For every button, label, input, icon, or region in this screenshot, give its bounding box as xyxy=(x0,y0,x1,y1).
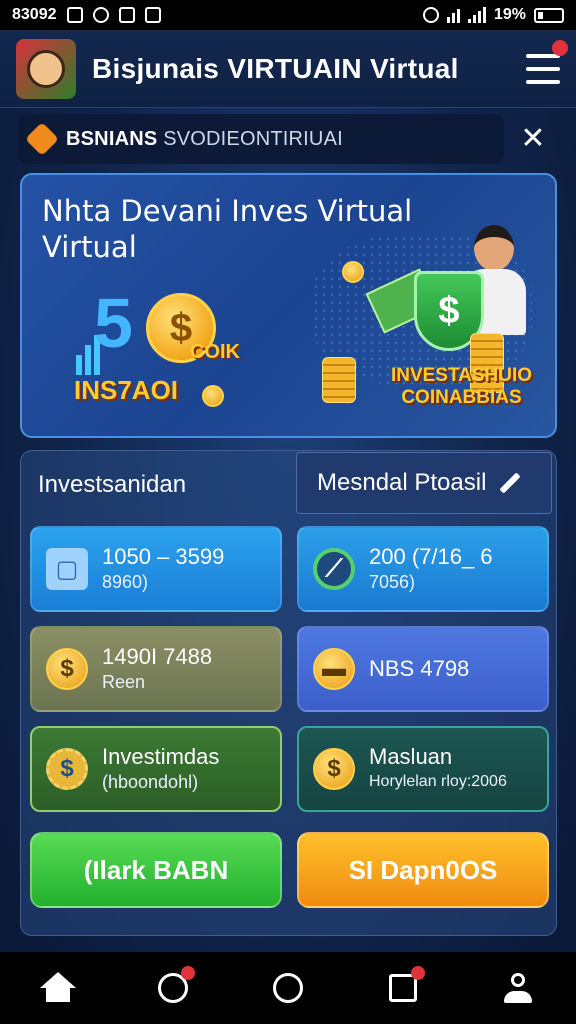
battery-icon xyxy=(534,7,564,23)
stat-card-sub: 8960) xyxy=(102,572,149,592)
banner-number: 5 xyxy=(94,284,133,362)
menu-badge xyxy=(552,39,568,56)
status-bar: 83092 19% xyxy=(0,0,576,30)
app-logo[interactable] xyxy=(16,38,76,99)
promo-right: INVESTASHUIO COINABBIAS xyxy=(390,365,533,408)
stat-card-value: NBS 4798 xyxy=(369,656,470,681)
notice-icon xyxy=(25,122,59,156)
avatar xyxy=(27,49,65,88)
notice-text-rest: SVODIEONTIRIUAI xyxy=(163,127,343,150)
stat-card-value: 200 (7/16_ 6 xyxy=(369,544,493,569)
gear-globe-icon: $ xyxy=(46,748,88,790)
stat-card-sub: Reen xyxy=(102,672,146,692)
notice-bar[interactable]: BSNIANS SVODIEONTIRIUAI xyxy=(18,114,504,164)
nav-messages[interactable] xyxy=(379,964,427,1012)
stat-card-value: 1490I 7488 xyxy=(102,644,213,669)
app-header: Bisjunais VIRTUAIN Virtual xyxy=(0,30,576,108)
promo-banner[interactable]: Nhta Devani Inves Virtual Virtual 5 $ CO… xyxy=(20,173,557,438)
status-time: 83092 xyxy=(12,6,57,23)
nav-badge xyxy=(180,966,195,980)
signal-icon xyxy=(467,7,486,23)
battery-percent: 19% xyxy=(493,6,526,23)
app-notification-icon xyxy=(92,7,109,23)
banner-title: Nhta Devani Inves Virtual Virtual xyxy=(42,194,413,264)
home-icon xyxy=(39,972,76,1002)
stat-card[interactable]: ▢ 1050 – 3599 8960) xyxy=(30,526,282,612)
wifi-icon xyxy=(446,7,460,23)
deposit-button[interactable]: SI Dapn0OS xyxy=(297,832,549,908)
dollar-badge-icon: $ xyxy=(313,748,355,790)
box-icon: ▢ xyxy=(46,548,88,590)
mark-button[interactable]: (Ilark BABN xyxy=(30,832,282,908)
coin-icon xyxy=(202,385,224,407)
promo-left-side: COIK xyxy=(190,341,240,363)
stat-card[interactable]: $ Masluan Horylelan rloy:2006 xyxy=(297,726,549,812)
stat-card-sub: (hboondohl) xyxy=(102,772,199,792)
user-icon xyxy=(504,973,533,1003)
stat-card[interactable]: $ 1490I 7488 Reen xyxy=(30,626,282,712)
notice-text: BSNIANS SVODIEONTIRIUAI xyxy=(66,128,343,151)
dollar-coin-icon: $ xyxy=(46,648,88,690)
app-title: Bisjunais VIRTUAIN Virtual xyxy=(92,52,459,84)
notice-text-bold: BSNIANS xyxy=(66,127,158,150)
promo-left-main: INS7AOI xyxy=(74,375,179,405)
stat-card[interactable]: ⟋ 200 (7/16_ 6 7056) xyxy=(297,526,549,612)
menu-button[interactable] xyxy=(526,39,568,84)
nav-profile[interactable] xyxy=(494,964,542,1012)
stat-card-sub: Horylelan rloy:2006 xyxy=(369,773,507,790)
nav-search[interactable] xyxy=(149,964,197,1012)
tab-mesndal-ptoasil[interactable]: Mesndal Ptoasil xyxy=(296,452,552,514)
stat-card[interactable]: $ Investimdas (hboondohl) xyxy=(30,726,282,812)
image-notification-icon xyxy=(144,7,161,23)
bottom-nav xyxy=(0,952,576,1024)
compass-icon: ⟋ xyxy=(313,548,355,590)
nav-badge xyxy=(411,966,426,980)
circle-icon xyxy=(272,973,303,1003)
alarm-icon xyxy=(422,7,439,23)
nav-home[interactable] xyxy=(34,964,82,1012)
stat-card-value: Investimdas xyxy=(102,744,220,769)
coin-icon xyxy=(342,261,364,283)
tab-investsanidan[interactable]: Investsanidan xyxy=(38,471,186,499)
edit-icon[interactable] xyxy=(499,472,522,494)
stat-card-sub: 7056) xyxy=(369,572,416,592)
shield-notification-icon xyxy=(118,7,135,23)
stat-card-value: 1050 – 3599 xyxy=(102,544,225,569)
coin-icon: ▬ xyxy=(313,648,355,690)
nav-center[interactable] xyxy=(264,964,312,1012)
stat-card[interactable]: ▬ NBS 4798 xyxy=(297,626,549,712)
stat-card-value: Masluan xyxy=(369,744,453,769)
close-icon[interactable]: ✕ xyxy=(518,124,548,154)
tab-mesndal-ptoasil-label: Mesndal Ptoasil xyxy=(317,469,487,496)
coin-stack-icon xyxy=(322,357,356,403)
notification-icon xyxy=(66,7,83,23)
